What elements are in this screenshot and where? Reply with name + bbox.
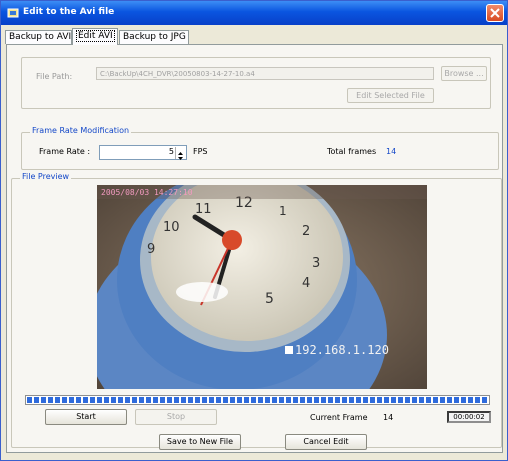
start-button[interactable]: Start: [45, 409, 127, 425]
clock-number: 10: [163, 220, 180, 235]
tab-panel-edit-avi: File Path: C:\BackUp\4CH_DVR\20050803-14…: [6, 44, 503, 453]
time-display: 00:00:02: [447, 411, 491, 423]
frame-rate-spinner[interactable]: 5: [99, 145, 187, 160]
file-preview-group-title: File Preview: [20, 172, 72, 181]
save-to-new-file-button[interactable]: Save to New File: [159, 434, 241, 450]
clock-number: 1: [279, 204, 287, 218]
tab-label: Edit AVI: [76, 30, 115, 42]
progress-fill: [27, 397, 488, 403]
playback-progress-bar[interactable]: [25, 395, 490, 405]
edit-selected-file-button[interactable]: Edit Selected File: [347, 88, 434, 103]
close-button[interactable]: [486, 4, 504, 22]
stop-button[interactable]: Stop: [135, 409, 217, 425]
window-title: Edit to the Avi file: [23, 7, 115, 17]
clock-number: 9: [147, 242, 155, 257]
file-path-label: File Path:: [36, 72, 73, 81]
overlay-datetime: 2005/08/03 14:27:10: [101, 188, 193, 197]
tab-backup-to-jpg[interactable]: Backup to JPG: [119, 30, 189, 44]
spinner-arrows[interactable]: [175, 147, 185, 160]
spinner-up-down-icon: [178, 152, 183, 160]
clock-number: 3: [312, 256, 320, 271]
frame-rate-group: Frame Rate Modification Frame Rate : 5 F…: [21, 126, 499, 170]
tab-label: Backup to AVI: [9, 32, 72, 42]
app-icon: [7, 8, 19, 18]
clock-number: 2: [302, 224, 310, 239]
frame-rate-value: 5: [168, 147, 174, 156]
total-frames-value: 14: [386, 147, 397, 156]
fps-unit-label: FPS: [193, 147, 208, 156]
tab-edit-avi[interactable]: Edit AVI: [72, 28, 118, 45]
browse-button[interactable]: Browse ...: [441, 66, 487, 81]
cancel-edit-button[interactable]: Cancel Edit: [285, 434, 367, 450]
tab-label: Backup to JPG: [123, 32, 186, 42]
dialog-window: Edit to the Avi file Backup to AVI Edit …: [0, 0, 508, 461]
clock-number: 4: [302, 276, 310, 291]
overlay-ip: 192.168.1.120: [295, 343, 389, 357]
frame-rate-label: Frame Rate :: [39, 147, 91, 156]
clock-number: 5: [265, 291, 274, 307]
current-frame-value: 14: [383, 413, 394, 422]
total-frames-label: Total frames: [327, 147, 377, 156]
title-bar[interactable]: Edit to the Avi file: [1, 1, 507, 25]
current-frame-label: Current Frame: [310, 413, 368, 422]
frame-rate-group-title: Frame Rate Modification: [30, 126, 132, 135]
clock-number: 11: [195, 202, 212, 217]
file-path-field[interactable]: C:\BackUp\4CH_DVR\20050803-14-27-10.a4: [96, 67, 434, 80]
video-frame-image: 12 1 2 3 4 5 9 10 11 2005/08/03 14:27:10…: [97, 185, 427, 389]
tab-backup-to-avi[interactable]: Backup to AVI: [5, 30, 72, 44]
close-icon: [490, 8, 500, 18]
file-path-group: File Path: C:\BackUp\4CH_DVR\20050803-14…: [21, 57, 491, 109]
video-preview: 12 1 2 3 4 5 9 10 11 2005/08/03 14:27:10…: [97, 185, 427, 389]
